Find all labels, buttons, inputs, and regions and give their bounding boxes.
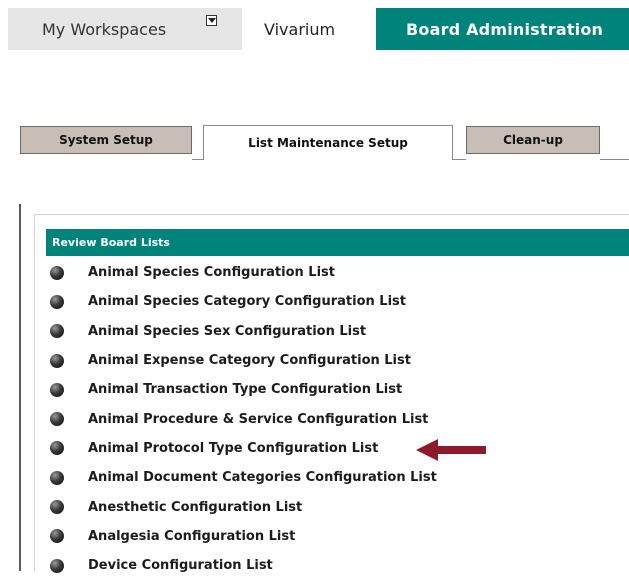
setup-tabbar: System Setup List Maintenance Setup Clea… <box>0 120 629 160</box>
list-item-link[interactable]: Analgesia Configuration List <box>88 529 295 544</box>
list-item-link[interactable]: Anesthetic Configuration List <box>88 500 302 515</box>
panel-header: Review Board Lists <box>46 229 629 256</box>
tab-list-maintenance-setup-label: List Maintenance Setup <box>248 136 408 150</box>
list-item[interactable]: Device Configuration List <box>46 551 629 580</box>
list-item-link[interactable]: Animal Expense Category Configuration Li… <box>88 353 411 368</box>
list-item[interactable]: Animal Species Category Configuration Li… <box>46 287 629 316</box>
dropdown-arrow-icon[interactable] <box>206 15 217 26</box>
left-divider <box>19 204 21 571</box>
list-item[interactable]: Analgesia Configuration List <box>46 522 629 551</box>
tab-board-administration-label: Board Administration <box>406 19 604 39</box>
bullet-icon <box>50 500 64 515</box>
tab-baseline <box>453 159 466 160</box>
list-item[interactable]: Animal Document Categories Configuration… <box>46 463 629 492</box>
tab-baseline <box>192 159 203 160</box>
bullet-icon <box>50 529 64 544</box>
list-item-link[interactable]: Animal Document Categories Configuration… <box>88 470 437 485</box>
list-item-link[interactable]: Animal Protocol Type Configuration List <box>88 441 378 456</box>
tab-clean-up[interactable]: Clean-up <box>466 126 600 154</box>
bullet-icon <box>50 353 64 368</box>
tab-vivarium[interactable]: Vivarium <box>242 8 376 50</box>
bullet-icon <box>50 382 64 397</box>
board-lists: Animal Species Configuration List Animal… <box>46 258 629 580</box>
bullet-icon <box>50 294 64 309</box>
list-item-link[interactable]: Animal Procedure & Service Configuration… <box>88 412 428 427</box>
left-arrow-icon <box>416 439 486 461</box>
list-item-link[interactable]: Animal Species Configuration List <box>88 265 335 280</box>
tab-vivarium-label: Vivarium <box>264 19 336 39</box>
tab-system-setup-label: System Setup <box>59 133 153 147</box>
list-item-link[interactable]: Animal Species Sex Configuration List <box>88 324 366 339</box>
list-item-link[interactable]: Animal Transaction Type Configuration Li… <box>88 382 402 397</box>
bullet-icon <box>50 324 64 339</box>
list-item[interactable]: Animal Procedure & Service Configuration… <box>46 404 629 433</box>
tab-clean-up-label: Clean-up <box>503 133 563 147</box>
bullet-icon <box>50 470 64 485</box>
list-item-link[interactable]: Animal Species Category Configuration Li… <box>88 294 406 309</box>
list-item[interactable]: Anesthetic Configuration List <box>46 492 629 521</box>
tab-baseline <box>600 159 629 160</box>
tab-list-maintenance-setup[interactable]: List Maintenance Setup <box>203 125 453 160</box>
tab-my-workspaces-label: My Workspaces <box>42 19 167 39</box>
bullet-icon <box>50 412 64 427</box>
list-item[interactable]: Animal Protocol Type Configuration List <box>46 434 629 463</box>
list-item[interactable]: Animal Species Sex Configuration List <box>46 317 629 346</box>
tab-board-administration[interactable]: Board Administration <box>376 8 629 50</box>
panel-header-title: Review Board Lists <box>52 236 170 249</box>
bullet-icon <box>50 265 64 280</box>
list-item[interactable]: Animal Expense Category Configuration Li… <box>46 346 629 375</box>
bullet-icon <box>50 441 64 456</box>
list-item[interactable]: Animal Transaction Type Configuration Li… <box>46 375 629 404</box>
workspace-tabbar: My Workspaces Vivarium Board Administrat… <box>0 0 629 50</box>
list-item[interactable]: Animal Species Configuration List <box>46 258 629 287</box>
tab-system-setup[interactable]: System Setup <box>20 126 192 154</box>
